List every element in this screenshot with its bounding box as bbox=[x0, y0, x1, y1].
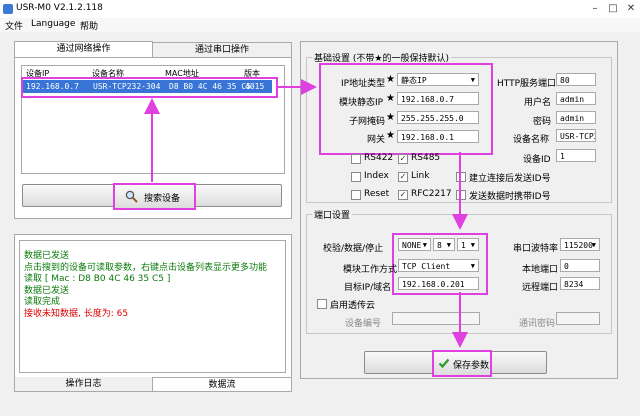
annotation-arrows bbox=[144, 79, 468, 348]
